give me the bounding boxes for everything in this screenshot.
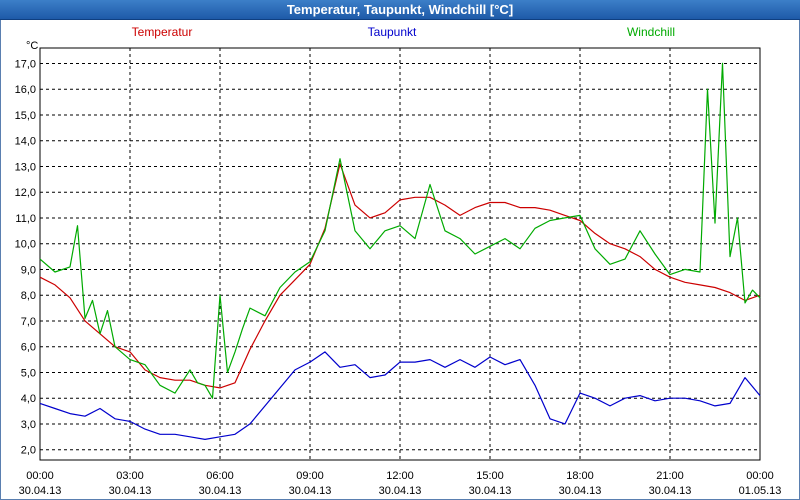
y-tick-label: 4,0: [21, 393, 36, 405]
x-tick-date: 30.04.13: [199, 485, 242, 497]
y-tick-label: 11,0: [15, 213, 36, 225]
y-tick-label: 5,0: [21, 367, 36, 379]
x-tick-time: 09:00: [296, 470, 324, 482]
y-tick-labels: 2,0 3,0 4,0 5,0 6,0 7,0 8,0 9,0 10,0 11,0 12,0 13,0…: [15, 58, 36, 456]
chart-area: 2,0 3,0 4,0 5,0 6,0 7,0 8,0 9,0 10,0 11,0 12,0 13,0…: [15, 25, 782, 497]
y-axis-unit-label: °C: [26, 40, 38, 52]
legend-entry-windchill: Windchill: [627, 25, 675, 39]
y-tick-label: 9,0: [21, 264, 36, 276]
y-tick-label: 6,0: [21, 342, 36, 354]
x-tick-date: 30.04.13: [649, 485, 692, 497]
y-tick-label: 3,0: [21, 419, 36, 431]
grid-lines: [39, 48, 761, 460]
y-tick-label: 17,0: [15, 58, 36, 70]
x-tick-time: 00:00: [26, 470, 54, 482]
y-tick-label: 15,0: [15, 110, 36, 122]
y-tick-label: 7,0: [21, 316, 36, 328]
legend-entry-taupunkt: Taupunkt: [368, 25, 417, 39]
x-tick-time: 18:00: [566, 470, 594, 482]
x-tick-date: 30.04.13: [469, 485, 512, 497]
x-tick-date: 30.04.13: [109, 485, 152, 497]
x-tick-date: 30.04.13: [379, 485, 422, 497]
y-tick-label: 2,0: [21, 445, 36, 457]
x-tick-date: 30.04.13: [19, 485, 62, 497]
legend-entry-temperatur: Temperatur: [132, 25, 193, 39]
series-lines: [39, 62, 761, 440]
x-tick-time: 15:00: [476, 470, 504, 482]
y-tick-label: 10,0: [15, 239, 36, 251]
x-tick-time: 03:00: [116, 470, 144, 482]
y-tick-label: 14,0: [15, 136, 36, 148]
x-tick-time: 00:00: [746, 470, 774, 482]
x-tick-date: 30.04.13: [289, 485, 332, 497]
y-tick-label: 12,0: [15, 187, 36, 199]
x-tick-time: 06:00: [206, 470, 234, 482]
x-tick-date: 30.04.13: [559, 485, 602, 497]
x-tick-date: 01.05.13: [739, 485, 782, 497]
x-tick-time: 12:00: [386, 470, 414, 482]
x-tick-labels: 00:00 30.04.13 03:00 30.04.13 06:00 30.04.13 0…: [19, 470, 782, 497]
y-tick-label: 16,0: [15, 84, 36, 96]
y-tick-label: 8,0: [21, 290, 36, 302]
y-tick-label: 13,0: [15, 161, 36, 173]
x-tick-time: 21:00: [656, 470, 684, 482]
legend: Temperatur Taupunkt Windchill: [132, 25, 675, 39]
